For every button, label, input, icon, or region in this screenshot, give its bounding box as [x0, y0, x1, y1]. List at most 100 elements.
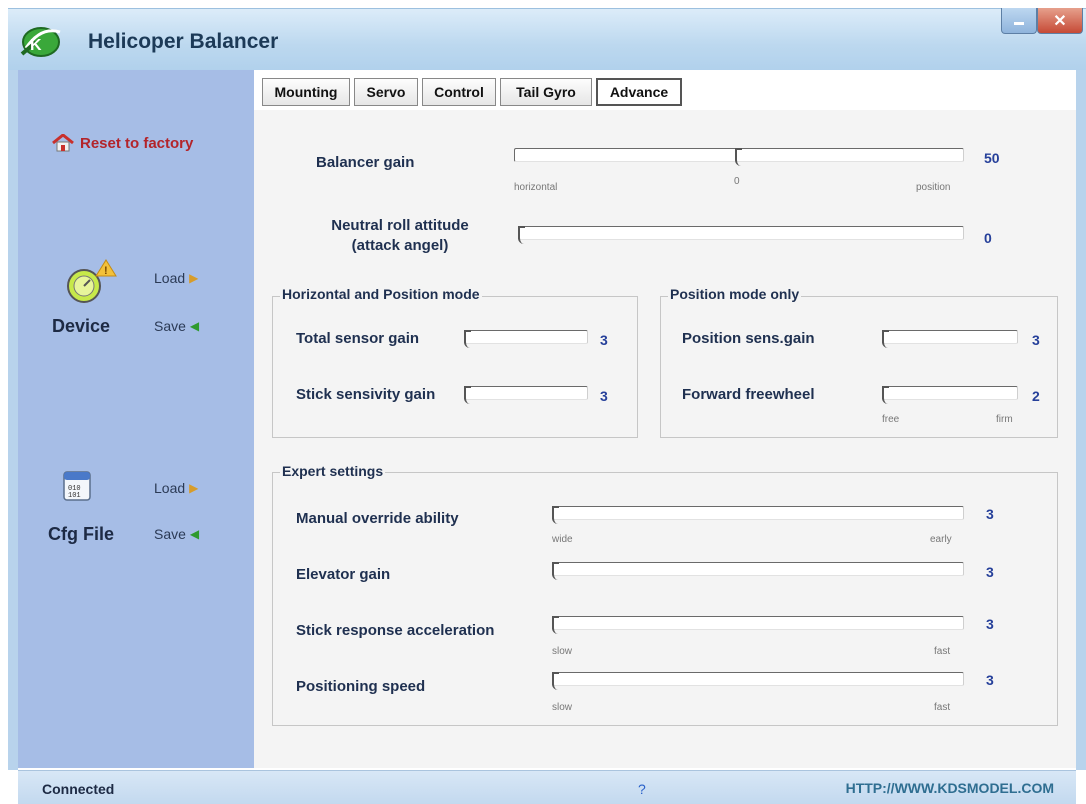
position-sens-gain-value: 3 — [1032, 332, 1040, 348]
expert-settings-group-title: Expert settings — [280, 463, 386, 479]
slider-thumb[interactable] — [464, 330, 471, 348]
position-sens-gain-slider[interactable] — [882, 330, 1018, 348]
calculator-icon: 010 101 — [63, 471, 91, 501]
neutral-roll-slider[interactable] — [518, 226, 964, 244]
slider-thumb[interactable] — [552, 506, 559, 524]
arrow-right-icon: ▶ — [189, 481, 199, 495]
app-window: K Helicoper Balancer ✕ Reset to factory … — [0, 0, 1086, 804]
balancer-gain-tick-center: 0 — [734, 176, 740, 187]
forward-freewheel-label: Forward freewheel — [682, 386, 815, 403]
forward-freewheel-tick-left: free — [882, 414, 900, 425]
slider-track — [552, 562, 964, 576]
home-icon — [52, 134, 74, 152]
slider-track — [552, 506, 964, 520]
cfg-save-button[interactable]: Save ◀ — [154, 526, 199, 542]
balancer-gain-label: Balancer gain — [316, 154, 415, 171]
position-only-group-title: Position mode only — [668, 286, 802, 302]
reset-label: Reset to factory — [80, 134, 194, 152]
stick-sensivity-gain-label: Stick sensivity gain — [296, 386, 436, 403]
window-frame-left — [8, 70, 18, 770]
device-save-label: Save — [154, 318, 186, 334]
balancer-gain-tick-left: horizontal — [514, 182, 558, 193]
slider-thumb[interactable] — [518, 226, 525, 244]
status-bar: Connected ? HTTP://WWW.KDSMODEL.COM — [18, 770, 1076, 804]
elevator-gain-slider[interactable] — [552, 562, 964, 580]
sidebar — [18, 70, 254, 768]
stick-response-tick-left: slow — [552, 646, 573, 657]
stick-sensivity-gain-value: 3 — [600, 388, 608, 404]
manual-override-slider[interactable] — [552, 506, 964, 524]
total-sensor-gain-label: Total sensor gain — [296, 330, 420, 347]
manual-override-tick-right: early — [930, 534, 952, 545]
balancer-gain-tick-right: position — [916, 182, 951, 193]
total-sensor-gain-slider[interactable] — [464, 330, 588, 348]
slider-track — [552, 672, 964, 686]
tab-mounting[interactable]: Mounting — [262, 78, 350, 106]
elevator-gain-label: Elevator gain — [296, 566, 391, 583]
reset-to-factory-button[interactable]: Reset to factory — [52, 134, 193, 152]
manual-override-value: 3 — [986, 506, 994, 522]
positioning-speed-slider[interactable] — [552, 672, 964, 690]
slider-thumb[interactable] — [882, 330, 889, 348]
slider-thumb[interactable] — [882, 386, 889, 404]
positioning-speed-value: 3 — [986, 672, 994, 688]
svg-text:K: K — [30, 37, 42, 54]
stick-response-slider[interactable] — [552, 616, 964, 634]
svg-text:101: 101 — [68, 492, 81, 500]
stick-response-tick-right: fast — [934, 646, 951, 657]
device-load-button[interactable]: Load ▶ — [154, 270, 198, 286]
slider-thumb[interactable] — [735, 148, 742, 166]
horizontal-position-group — [272, 296, 638, 438]
device-load-label: Load — [154, 270, 186, 286]
slider-track — [464, 386, 588, 400]
arrow-right-icon: ▶ — [189, 271, 199, 285]
device-label: Device — [52, 316, 111, 336]
slider-track — [882, 330, 1018, 344]
arrow-left-icon: ◀ — [189, 527, 200, 541]
slider-track — [518, 226, 964, 240]
website-link[interactable]: HTTP://WWW.KDSMODEL.COM — [846, 780, 1054, 796]
slider-track — [464, 330, 588, 344]
minimize-button[interactable] — [1001, 8, 1037, 34]
tab-servo[interactable]: Servo — [354, 78, 418, 106]
horizontal-position-group-title: Horizontal and Position mode — [280, 286, 482, 302]
minimize-icon — [1014, 21, 1024, 25]
balancer-gain-value: 50 — [984, 150, 1000, 166]
slider-thumb[interactable] — [552, 672, 559, 690]
slider-thumb[interactable] — [464, 386, 471, 404]
positioning-speed-tick-right: fast — [934, 702, 951, 713]
cfg-load-button[interactable]: Load ▶ — [154, 480, 198, 496]
position-sens-gain-label: Position sens.gain — [682, 330, 815, 347]
close-button[interactable]: ✕ — [1037, 8, 1083, 34]
stick-response-label: Stick response acceleration — [296, 622, 495, 639]
forward-freewheel-tick-right: firm — [996, 414, 1013, 425]
cfg-file-label: Cfg File — [48, 524, 114, 544]
total-sensor-gain-value: 3 — [600, 332, 608, 348]
stick-sensivity-gain-slider[interactable] — [464, 386, 588, 404]
positioning-speed-tick-left: slow — [552, 702, 573, 713]
window-frame-right — [1076, 70, 1086, 770]
forward-freewheel-value: 2 — [1032, 388, 1040, 404]
arrow-left-icon: ◀ — [189, 319, 200, 333]
slider-thumb[interactable] — [552, 616, 559, 634]
balancer-gain-slider[interactable] — [514, 148, 964, 166]
forward-freewheel-slider[interactable] — [882, 386, 1018, 404]
tab-tail-gyro[interactable]: Tail Gyro — [500, 78, 592, 106]
device-save-button[interactable]: Save ◀ — [154, 318, 199, 334]
stick-response-value: 3 — [986, 616, 994, 632]
slider-thumb[interactable] — [552, 562, 559, 580]
positioning-speed-label: Positioning speed — [296, 678, 426, 695]
device-icon: ! — [67, 259, 117, 303]
cfg-load-label: Load — [154, 480, 186, 496]
elevator-gain-value: 3 — [986, 564, 994, 580]
app-logo-icon: K — [20, 27, 61, 57]
help-button[interactable]: ? — [638, 781, 646, 797]
tab-control[interactable]: Control — [422, 78, 496, 106]
neutral-roll-value: 0 — [984, 230, 992, 246]
neutral-roll-label-line2: (attack angel) — [351, 237, 449, 254]
neutral-roll-label-line1: Neutral roll attitude — [331, 217, 469, 234]
neutral-roll-label: Neutral roll attitude (attack angel) — [300, 216, 500, 256]
manual-override-tick-left: wide — [552, 534, 573, 545]
slider-track — [552, 616, 964, 630]
tab-advance[interactable]: Advance — [596, 78, 682, 106]
